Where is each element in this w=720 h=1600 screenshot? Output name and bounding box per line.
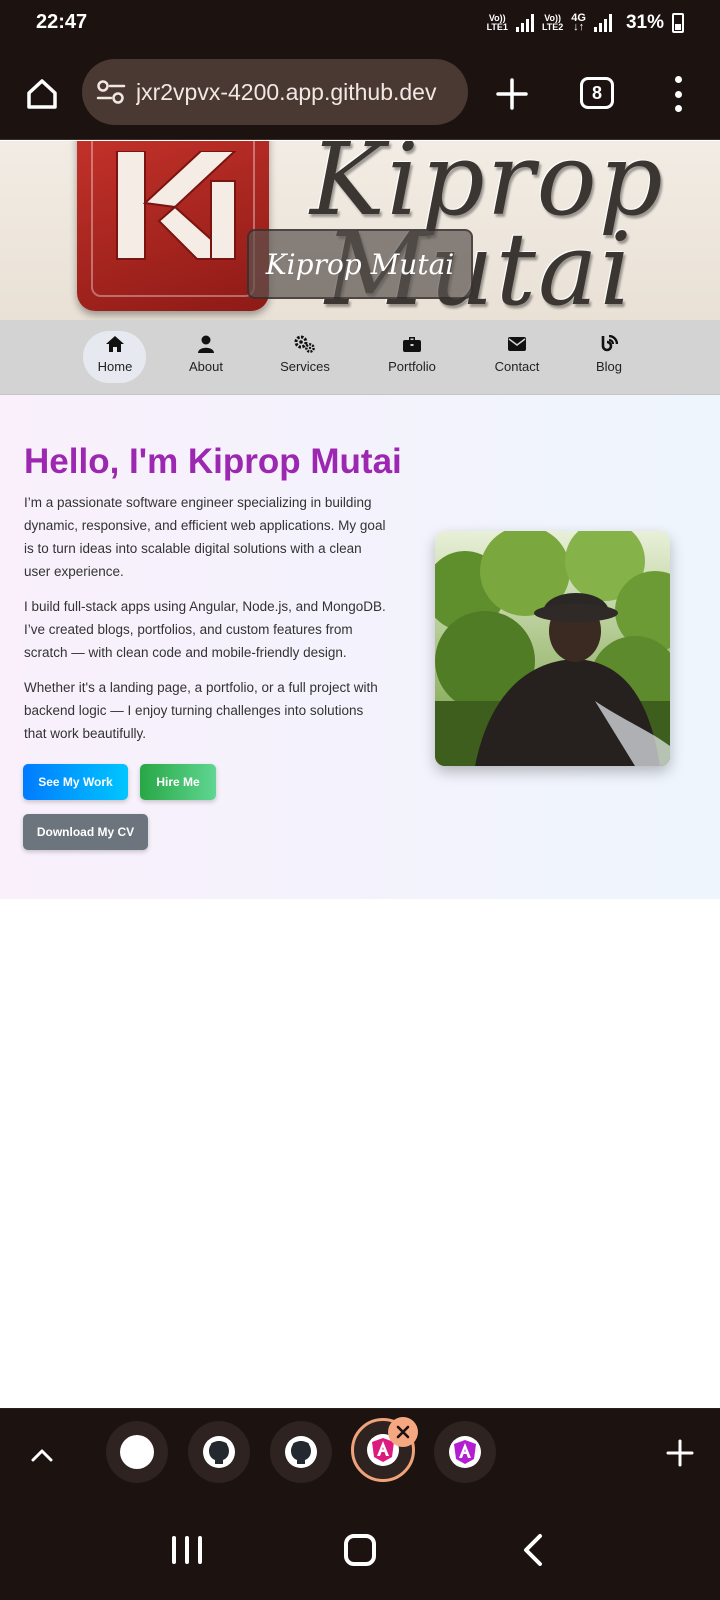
browser-home-button[interactable]: [20, 72, 64, 116]
network-type: 4G ↓↑: [571, 13, 586, 33]
sim1-lte: LTE1: [486, 22, 508, 32]
sim2-label: Vo)) LTE2: [542, 14, 563, 32]
battery-icon: [672, 13, 684, 33]
nav-about[interactable]: About: [182, 333, 230, 385]
hero-paragraph-1: I’m a passionate software engineer speci…: [24, 495, 386, 579]
new-tab-button[interactable]: [490, 72, 534, 116]
km-logo: [77, 141, 269, 311]
tune-icon[interactable]: [96, 79, 126, 105]
tab-thumb-2[interactable]: [188, 1421, 250, 1483]
system-navigation-bar: [0, 1508, 720, 1600]
tab-group-strip: [0, 1408, 720, 1508]
tab-thumb-5[interactable]: [434, 1421, 496, 1483]
more-vert-icon[interactable]: [664, 76, 692, 112]
home-icon: [27, 79, 57, 109]
profile-photo: [435, 531, 670, 766]
browser-toolbar: jxr2vpvx-4200.app.github.dev 8: [0, 50, 720, 140]
system-home-icon[interactable]: [344, 1534, 376, 1566]
blog-icon: [601, 335, 618, 352]
hire-me-button[interactable]: Hire Me: [140, 764, 216, 800]
nav-portfolio[interactable]: Portfolio: [381, 333, 443, 385]
status-bar: 22:47 Vo)) LTE1 Vo)) LTE2 4G ↓↑ 31%: [0, 0, 720, 50]
signal-icon-2: [593, 14, 612, 32]
see-my-work-button[interactable]: See My Work: [23, 764, 128, 800]
tab-count: 8: [591, 82, 602, 103]
home-icon: [106, 336, 124, 352]
status-time: 22:47: [36, 11, 88, 33]
sim2-lte: LTE2: [541, 22, 564, 32]
user-icon: [198, 335, 214, 353]
nav-label-blog: Blog: [595, 359, 623, 374]
site-navbar: Home About Services Portfolio Contact Bl…: [0, 320, 720, 395]
km-logo-icon: [116, 151, 237, 260]
close-tab-button[interactable]: [388, 1417, 418, 1447]
hero-paragraph-2: I build full-stack apps using Angular, N…: [24, 599, 386, 660]
battery-percent: 31%: [625, 12, 664, 33]
url-text[interactable]: jxr2vpvx-4200.app.github.dev: [136, 79, 462, 106]
hero-section: Hello, I'm Kiprop Mutai I’m a passionate…: [0, 395, 720, 899]
nav-label-about: About: [189, 359, 223, 374]
tab-thumb-3[interactable]: [270, 1421, 332, 1483]
tab-thumb-1[interactable]: [106, 1421, 168, 1483]
blank-tab-icon: [120, 1435, 154, 1469]
nav-label-services: Services: [280, 359, 330, 374]
close-icon: [396, 1425, 410, 1439]
nav-blog[interactable]: Blog: [591, 333, 627, 385]
download-cv-button[interactable]: Download My CV: [23, 814, 148, 850]
nav-contact[interactable]: Contact: [491, 333, 543, 385]
github-icon: [285, 1436, 317, 1468]
data-arrows-icon: ↓↑: [573, 21, 585, 33]
briefcase-icon: [403, 337, 421, 352]
nav-services[interactable]: Services: [276, 333, 334, 385]
nav-label-contact: Contact: [494, 359, 540, 374]
recent-apps-icon[interactable]: [172, 1536, 202, 1564]
add-tab-icon[interactable]: [666, 1439, 694, 1467]
banner-name-overlay: Kiprop Mutai: [247, 229, 473, 299]
web-page: Kiprop Mutai Kiprop Mutai Home About Ser…: [0, 141, 720, 1409]
angular-icon: [449, 1436, 481, 1468]
hero-title: Hello, I'm Kiprop Mutai: [24, 442, 402, 481]
chevron-up-icon[interactable]: [26, 1439, 58, 1471]
url-bar[interactable]: jxr2vpvx-4200.app.github.dev: [82, 59, 468, 125]
tabs-icon[interactable]: 8: [580, 77, 614, 109]
envelope-icon: [508, 337, 526, 351]
github-icon: [203, 1436, 235, 1468]
plus-icon: [496, 78, 528, 110]
status-indicators: Vo)) LTE1 Vo)) LTE2 4G ↓↑ 31%: [487, 12, 684, 34]
sim1-label: Vo)) LTE1: [487, 14, 508, 32]
nav-label-portfolio: Portfolio: [388, 359, 436, 374]
nav-home[interactable]: Home: [89, 333, 141, 385]
nav-label-home: Home: [97, 359, 133, 374]
gears-icon: [294, 335, 315, 353]
site-banner: Kiprop Mutai Kiprop Mutai: [0, 141, 720, 320]
hero-paragraph-3: Whether it's a landing page, a portfolio…: [24, 680, 378, 741]
signal-icon: [515, 14, 534, 32]
back-icon[interactable]: [520, 1532, 548, 1568]
